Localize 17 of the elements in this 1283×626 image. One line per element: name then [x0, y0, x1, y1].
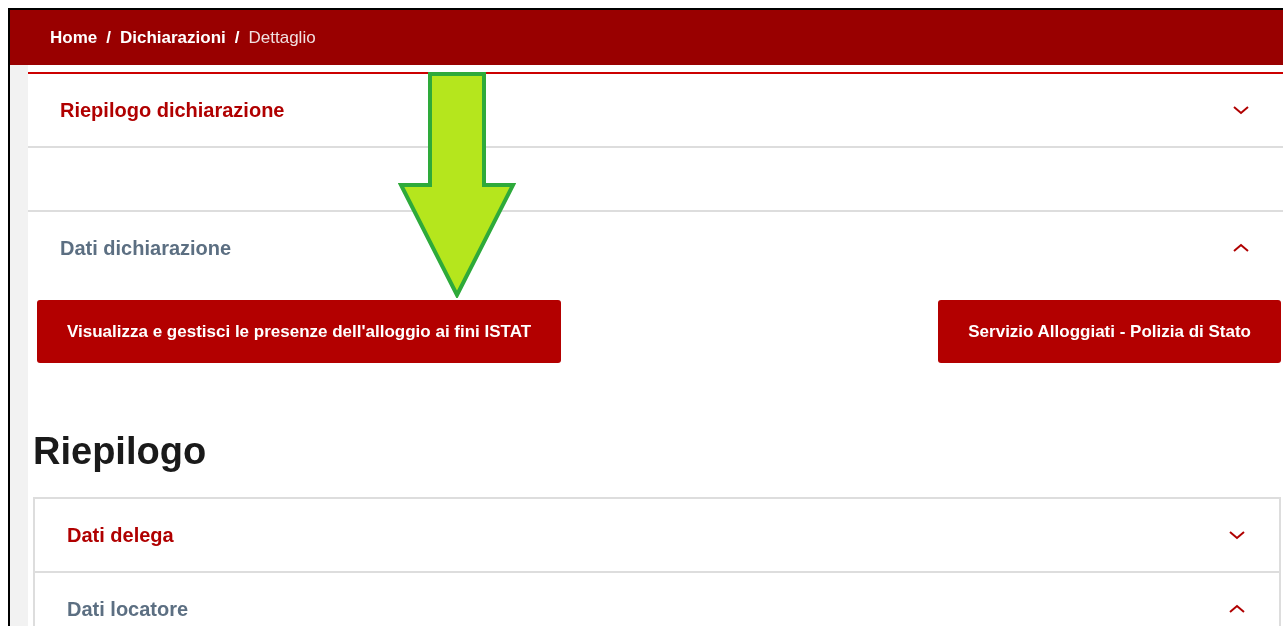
breadcrumb-link[interactable]: Dichiarazioni: [119, 27, 226, 48]
accordion-header[interactable]: Dati locatore: [35, 573, 1279, 626]
accordion-header[interactable]: Dati dichiarazione: [28, 212, 1283, 284]
chevron-down-icon: [1227, 529, 1247, 541]
chevron-down-icon: [1231, 104, 1251, 116]
action-button[interactable]: Servizio Alloggiati - Polizia di Stato: [938, 300, 1281, 363]
section-heading: Riepilogo: [33, 429, 207, 474]
breadcrumb-separator: /: [106, 27, 111, 48]
accordion-header[interactable]: Riepilogo dichiarazione: [28, 74, 1283, 146]
accordion-header[interactable]: Dati delega: [35, 499, 1279, 571]
chevron-up-icon: [1227, 603, 1247, 615]
breadcrumb-current: Dettaglio: [248, 27, 316, 48]
breadcrumb-link[interactable]: Home: [50, 27, 98, 48]
arrow-icon: [398, 72, 516, 298]
breadcrumb-separator: /: [234, 27, 240, 48]
chevron-up-icon: [1231, 242, 1251, 254]
action-button[interactable]: Visualizza e gestisci le presenze dell'alloggio ai fini ISTAT: [37, 300, 562, 363]
